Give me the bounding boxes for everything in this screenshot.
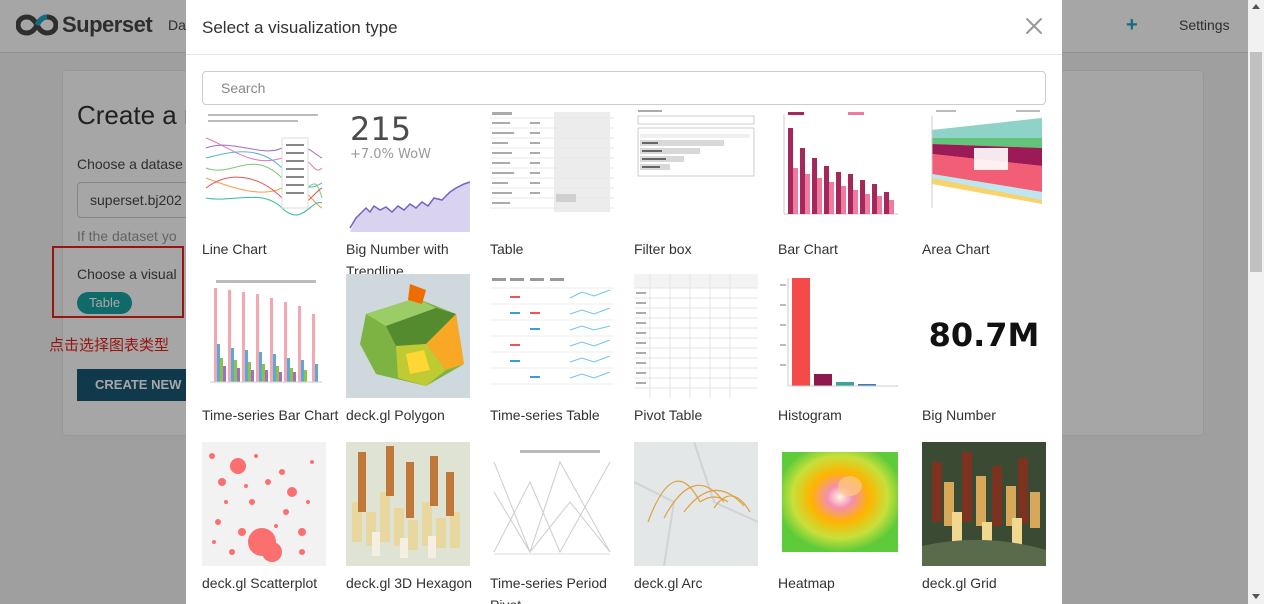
viz-tile-label: deck.gl Grid xyxy=(922,575,997,591)
viz-search-input[interactable] xyxy=(202,71,1046,105)
deckgl-grid-thumb-icon xyxy=(922,442,1046,566)
timeseries-period-pivot-thumb-icon xyxy=(490,442,614,566)
big-number-thumb-icon: 80.7M xyxy=(922,274,1046,398)
viz-tile-label: Filter box xyxy=(634,241,692,257)
bar-chart-thumb-icon xyxy=(778,108,902,232)
table-thumb-icon xyxy=(490,108,614,232)
modal-title: Select a visualization type xyxy=(202,18,398,37)
viz-tile-label: Time-series Period Pivot xyxy=(490,575,607,604)
area-chart-thumb-icon xyxy=(922,108,1046,232)
big-number-trendline-thumb-icon: 215 +7.0% WoW xyxy=(346,108,470,232)
viz-tile-label: Line Chart xyxy=(202,241,267,257)
histogram-thumb-icon xyxy=(778,274,902,398)
viz-tile-label: Time-series Table xyxy=(490,407,600,423)
timeseries-bar-thumb-icon xyxy=(202,274,326,398)
big-number-change: +7.0% WoW xyxy=(350,147,431,162)
scroll-down-arrow-icon[interactable] xyxy=(1252,594,1260,599)
page-scrollbar[interactable] xyxy=(1248,0,1264,604)
viz-tile-label: Area Chart xyxy=(922,241,990,257)
viz-type-modal: Select a visualization type Search Line … xyxy=(186,0,1062,604)
viz-tile-label: Table xyxy=(490,241,524,257)
viz-tile-label: Bar Chart xyxy=(778,241,838,257)
big-number-2-value: 80.7M xyxy=(929,316,1040,354)
deckgl-polygon-thumb-icon xyxy=(346,274,470,398)
viz-tile-label: deck.gl 3D Hexagon xyxy=(346,575,473,591)
close-icon[interactable] xyxy=(1022,14,1046,38)
viz-tile-label: Histogram xyxy=(778,407,842,423)
scrollbar-thumb[interactable] xyxy=(1250,52,1262,272)
viz-tile-label: Heatmap xyxy=(778,575,835,591)
viz-tile-label: deck.gl Arc xyxy=(634,575,703,591)
deckgl-scatterplot-thumb-icon xyxy=(202,442,326,566)
viz-tile-label: Pivot Table xyxy=(634,407,703,423)
filter-box-thumb-icon xyxy=(634,108,758,232)
big-number-value: 215 xyxy=(350,110,411,148)
scroll-up-arrow-icon[interactable] xyxy=(1252,4,1260,9)
deckgl-3d-hexagon-thumb-icon xyxy=(346,442,470,566)
heatmap-thumb-icon xyxy=(778,442,902,566)
viz-tile-label: Time-series Bar Chart xyxy=(202,407,339,423)
timeseries-table-thumb-icon xyxy=(490,274,614,398)
modal-header: Select a visualization type xyxy=(186,0,1062,55)
viz-tile-label: deck.gl Polygon xyxy=(346,407,445,423)
viz-tile-label: Big Number xyxy=(922,407,996,423)
line-chart-thumb-icon xyxy=(202,108,326,232)
deckgl-arc-thumb-icon xyxy=(634,442,758,566)
pivot-table-thumb-icon xyxy=(634,274,758,398)
viz-tile-label: deck.gl Scatterplot xyxy=(202,575,318,591)
